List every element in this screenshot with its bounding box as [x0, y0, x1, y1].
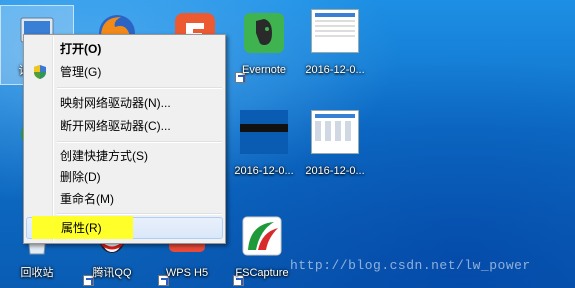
- menu-item-label: 管理(G): [60, 65, 102, 79]
- file3-label: 2016-12-0...: [305, 165, 365, 177]
- menu-item-create-shortcut[interactable]: 创建快捷方式(S): [26, 145, 223, 167]
- menu-item-label: 删除(D): [60, 170, 101, 184]
- menu-item-label: 重命名(M): [60, 192, 114, 206]
- file1-icon-tile[interactable]: 2016-12-0...: [298, 5, 372, 85]
- context-menu: 打开(O) 管理(G) 映射网络驱动器(N)... 断开网络驱动器(C)... …: [23, 34, 226, 244]
- fscapture-icon-tile[interactable]: FSCapture: [225, 208, 299, 288]
- menu-item-open[interactable]: 打开(O): [26, 38, 223, 60]
- evernote-icon: [244, 13, 284, 53]
- menu-separator: [57, 213, 222, 215]
- file3-icon-tile[interactable]: 2016-12-0...: [298, 106, 372, 186]
- menu-separator: [57, 141, 222, 143]
- menu-item-label: 断开网络驱动器(C)...: [60, 119, 171, 133]
- wps-h5-label: WPS H5: [165, 267, 209, 279]
- file2-icon-tile[interactable]: 2016-12-0...: [227, 106, 301, 186]
- evernote-icon-tile[interactable]: Evernote: [227, 5, 301, 85]
- menu-item-label: 创建快捷方式(S): [60, 149, 148, 163]
- menu-item-map-network-drive[interactable]: 映射网络驱动器(N)...: [26, 92, 223, 114]
- qq-label: 腾讯QQ: [92, 267, 132, 279]
- file-thumbnail-icon: [240, 110, 288, 154]
- watermark: http://blog.csdn.net/lw_power: [290, 258, 531, 273]
- menu-item-rename[interactable]: 重命名(M): [26, 188, 223, 210]
- menu-item-properties-label: 属性(R): [61, 221, 102, 235]
- screenshot-thumbnail-icon: [311, 9, 359, 53]
- menu-item-label: 映射网络驱动器(N)...: [60, 96, 171, 110]
- file1-label: 2016-12-0...: [305, 64, 365, 76]
- menu-separator: [57, 87, 222, 89]
- desktop: 计 Evernote 2016-12-0...: [0, 0, 575, 288]
- screenshot-thumbnail-icon: [311, 110, 359, 154]
- menu-item-delete[interactable]: 删除(D): [26, 166, 223, 188]
- fscapture-icon: [242, 216, 282, 256]
- shield-icon: [34, 65, 46, 79]
- menu-item-disconnect-network-drive[interactable]: 断开网络驱动器(C)...: [26, 115, 223, 137]
- recycle-bin-label: 回收站: [20, 267, 54, 279]
- menu-item-label: 打开(O): [60, 42, 102, 56]
- menu-item-manage[interactable]: 管理(G): [26, 61, 223, 83]
